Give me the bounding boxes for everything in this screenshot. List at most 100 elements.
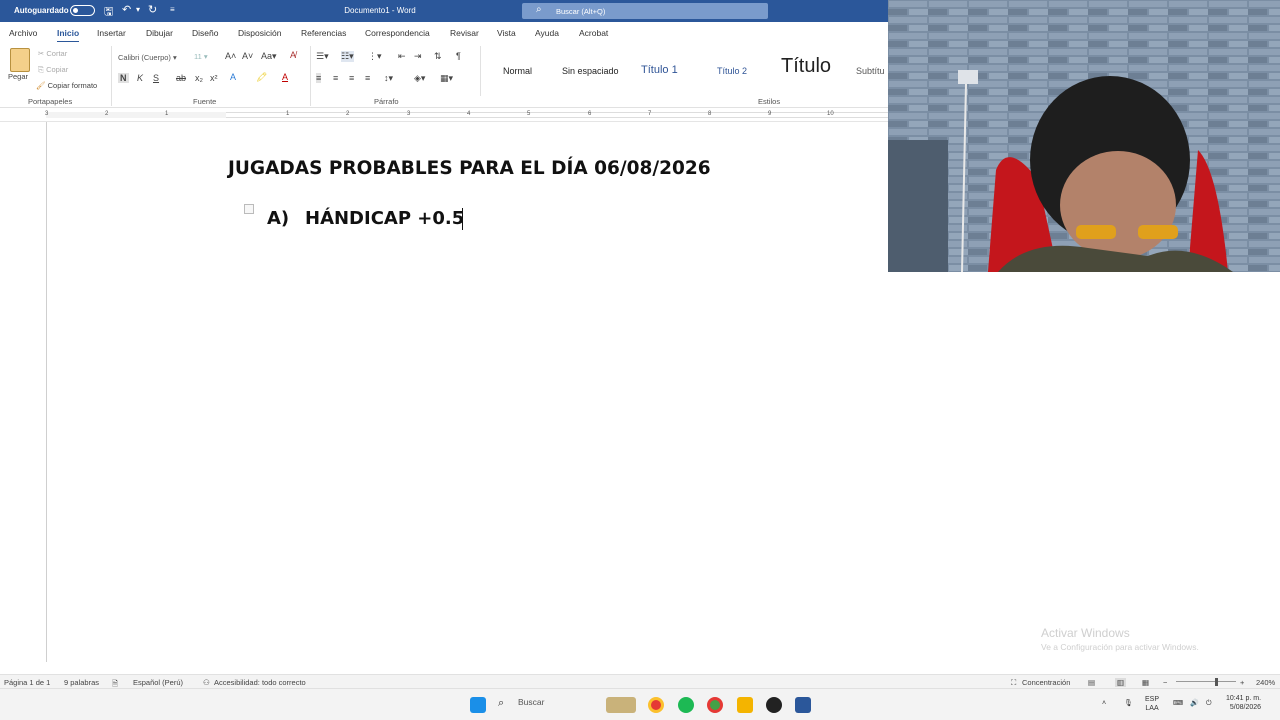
font-color-icon[interactable]: A [282,72,288,82]
page-count[interactable]: Página 1 de 1 [4,678,50,687]
show-marks-icon[interactable]: ¶ [456,51,461,61]
tab-disposicion[interactable]: Disposición [238,28,281,38]
text-effects-icon[interactable]: A [230,72,236,82]
align-right-icon[interactable]: ≡ [349,73,354,83]
tab-diseno[interactable]: Diseño [192,28,218,38]
bold-icon[interactable]: N [118,73,129,83]
multilevel-list-icon[interactable]: ⋮▾ [368,51,382,62]
line-spacing-icon[interactable]: ↕▾ [384,73,393,84]
save-icon[interactable]: 🖫 [104,3,113,22]
widgets-icon[interactable] [606,697,636,713]
shading-icon[interactable]: ◈▾ [414,73,425,84]
group-separator [111,46,112,106]
tab-inicio[interactable]: Inicio [57,28,80,43]
change-case-icon[interactable]: Aa▾ [261,51,277,62]
clock[interactable]: 10:41 p. m. 5/08/2026 [1226,694,1261,712]
tab-insertar[interactable]: Insertar [97,28,126,38]
tab-dibujar[interactable]: Dibujar [146,28,173,38]
shrink-font-icon[interactable]: A˅ [242,51,253,61]
read-mode-icon[interactable]: ▤ [1088,678,1095,687]
zoom-level[interactable]: 240% [1256,678,1275,687]
customize-qat-icon[interactable]: ≡ [170,5,175,14]
document-heading[interactable]: JUGADAS PROBABLES PARA EL DÍA 06/08/2026 [228,158,711,179]
battery-icon[interactable]: ⏻ [1206,699,1212,708]
zoom-slider-thumb[interactable] [1215,678,1218,686]
volume-icon[interactable]: 🔊 [1190,699,1199,708]
zoom-slider[interactable] [1176,681,1236,682]
highlight-icon[interactable]: 🖍 [256,72,267,83]
chrome-profile-icon[interactable] [707,697,723,713]
style-subtitle[interactable]: Subtítu [856,66,885,76]
print-layout-icon[interactable]: ▥ [1115,678,1127,687]
word-count[interactable]: 9 palabras [64,678,99,687]
underline-icon[interactable]: S [153,73,159,83]
justify-icon[interactable]: ≡ [365,73,370,83]
paste-icon[interactable] [10,48,30,72]
format-painter-button[interactable]: 🖌 Copiar formato [36,81,97,90]
undo-icon[interactable]: ↶ [122,3,131,16]
style-heading1[interactable]: Título 1 [641,64,678,76]
decrease-indent-icon[interactable]: ⇤ [398,51,406,62]
bullets-icon[interactable]: ☰▾ [316,51,329,62]
horizontal-ruler[interactable]: 3 2 1 1 2 3 4 5 6 7 8 9 10 [0,108,888,122]
cut-button[interactable]: ✂ Cortar [38,49,67,58]
style-heading2[interactable]: Título 2 [717,66,747,76]
increase-indent-icon[interactable]: ⇥ [414,51,422,62]
input-language-line2: LAA [1145,705,1159,712]
file-explorer-icon[interactable] [737,697,753,713]
tab-archivo[interactable]: Archivo [9,28,37,38]
tab-ayuda[interactable]: Ayuda [535,28,559,38]
taskbar-search-icon[interactable]: ⌕ [498,697,514,713]
borders-icon[interactable]: ▦▾ [440,73,453,84]
ribbon-tabs: Archivo Inicio Insertar Dibujar Diseño D… [0,22,888,43]
style-normal[interactable]: Normal [503,66,532,76]
zoom-in-icon[interactable]: + [1240,678,1244,687]
list-marker: A) [267,208,290,229]
web-layout-icon[interactable]: ▦ [1142,678,1149,687]
tab-referencias[interactable]: Referencias [301,28,346,38]
subscript-icon[interactable]: x₂ [195,73,203,83]
ruler-number: 9 [768,111,772,117]
tab-correspondencia[interactable]: Correspondencia [365,28,430,38]
chrome-icon[interactable] [648,697,664,713]
accessibility-status[interactable]: Accesibilidad: todo correcto [214,678,306,687]
superscript-icon[interactable]: x² [210,73,218,83]
clear-format-icon[interactable]: A̸ [290,50,296,60]
tab-revisar[interactable]: Revisar [450,28,479,38]
microphone-icon[interactable]: 🎙 [1124,699,1133,708]
language[interactable]: Español (Perú) [133,678,183,687]
italic-icon[interactable]: K [137,73,143,83]
start-icon[interactable] [470,697,486,713]
grow-font-icon[interactable]: A˄ [225,51,236,61]
search-box[interactable]: ⌕ Buscar (Alt+Q) [522,3,768,19]
align-center-icon[interactable]: ≡ [333,73,338,83]
tab-vista[interactable]: Vista [497,28,516,38]
sort-icon[interactable]: ⇅ [434,51,442,62]
numbering-icon[interactable]: ☷▾ [341,51,354,62]
copy-label: Copiar [46,65,69,74]
autocorrect-options-icon[interactable] [244,204,254,214]
style-title[interactable]: Título [781,55,831,78]
style-no-spacing[interactable]: Sin espaciado [562,66,619,76]
paste-button[interactable]: Pegar [8,72,28,81]
strikethrough-icon[interactable]: ab [176,73,186,83]
redo-icon[interactable]: ↻ [148,3,157,16]
zoom-out-icon[interactable]: − [1163,678,1167,687]
tab-acrobat[interactable]: Acrobat [579,28,608,38]
copy-button[interactable]: ⎘ Copiar [38,65,68,75]
input-language[interactable]: ESP LAA [1145,695,1159,713]
undo-dropdown-icon[interactable]: ▾ [136,5,140,14]
taskbar-search[interactable]: Buscar [518,697,544,707]
focus-mode[interactable]: Concentración [1022,678,1070,687]
font-family-select[interactable]: Calibri (Cuerpo) ▾ [117,52,191,64]
spotify-icon[interactable] [678,697,694,713]
tray-chevron-icon[interactable]: ˄ [1102,699,1106,708]
word-icon[interactable] [795,697,811,713]
font-size-select[interactable]: 11 ▾ [194,52,220,64]
obs-icon[interactable] [766,697,782,713]
list-item-text[interactable]: HÁNDICAP +0.5 [305,208,464,229]
network-icon[interactable]: ⌨ [1173,699,1183,708]
align-left-icon[interactable]: ≡ [316,73,322,83]
vertical-ruler[interactable] [0,122,14,662]
autosave-toggle[interactable] [70,5,95,16]
